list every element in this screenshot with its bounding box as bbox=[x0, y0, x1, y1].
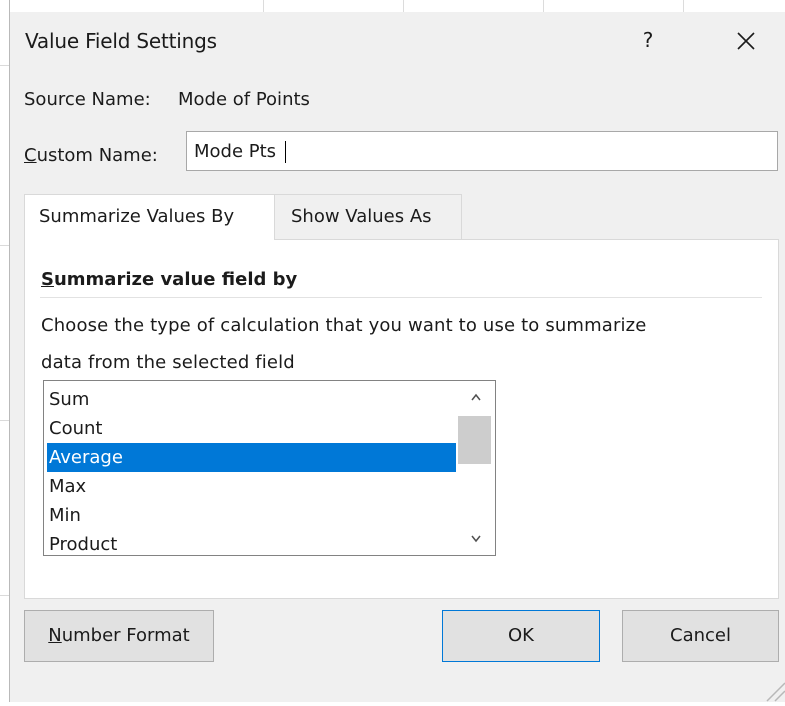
sheet-row-line bbox=[0, 595, 9, 596]
list-item-min[interactable]: Min bbox=[47, 501, 456, 530]
description-line-2: data from the selected field bbox=[41, 352, 295, 373]
list-item-sum[interactable]: Sum bbox=[47, 385, 456, 414]
sheet-row-line bbox=[0, 65, 9, 66]
scroll-thumb[interactable] bbox=[458, 416, 491, 464]
custom-name-label: Custom Name: bbox=[24, 145, 158, 166]
close-icon bbox=[737, 31, 755, 50]
list-item-max[interactable]: Max bbox=[47, 472, 456, 501]
listbox-scrollbar[interactable] bbox=[457, 381, 495, 555]
tab-show-values-as[interactable]: Show Values As bbox=[275, 194, 462, 239]
dialog-title: Value Field Settings bbox=[25, 29, 217, 53]
chevron-down-icon bbox=[471, 535, 481, 543]
custom-name-mnemonic: C bbox=[24, 145, 37, 166]
resize-grip-icon[interactable] bbox=[758, 674, 785, 702]
list-item-average[interactable]: Average bbox=[47, 443, 456, 472]
number-format-label: umber Format bbox=[61, 625, 190, 646]
number-format-button[interactable]: Number Format bbox=[24, 610, 214, 662]
text-caret bbox=[285, 141, 286, 163]
sheet-gridline bbox=[263, 0, 264, 12]
sheet-gridline bbox=[683, 0, 684, 12]
ok-button[interactable]: OK bbox=[442, 610, 600, 662]
sheet-gridline bbox=[543, 0, 544, 12]
tab-summarize-values-by[interactable]: Summarize Values By bbox=[24, 194, 275, 240]
value-field-settings-dialog: Value Field Settings ? Source Name: Mode… bbox=[10, 12, 785, 702]
scroll-down-button[interactable] bbox=[457, 526, 495, 552]
scroll-up-button[interactable] bbox=[457, 384, 495, 410]
custom-name-label-text: ustom Name: bbox=[36, 145, 158, 166]
cancel-button[interactable]: Cancel bbox=[622, 610, 779, 662]
sheet-gridline bbox=[403, 0, 404, 12]
list-item-count[interactable]: Count bbox=[47, 414, 456, 443]
number-format-mnemonic: N bbox=[48, 625, 62, 646]
section-heading-text: ummarize value field by bbox=[53, 269, 298, 290]
section-divider bbox=[40, 297, 762, 298]
source-name-value: Mode of Points bbox=[178, 89, 310, 110]
sheet-row-line bbox=[0, 420, 9, 421]
section-heading-mnemonic: S bbox=[41, 269, 54, 290]
list-item-product[interactable]: Product bbox=[47, 530, 456, 559]
help-button[interactable]: ? bbox=[633, 20, 663, 60]
section-heading: Summarize value field by bbox=[41, 269, 297, 290]
chevron-up-icon bbox=[471, 393, 481, 401]
source-name-label: Source Name: bbox=[24, 89, 151, 110]
sheet-row-line bbox=[0, 245, 9, 246]
custom-name-input[interactable] bbox=[186, 131, 778, 171]
description-line-1: Choose the type of calculation that you … bbox=[41, 315, 647, 336]
close-button[interactable] bbox=[728, 20, 764, 60]
calculation-listbox[interactable]: Sum Count Average Max Min Product bbox=[43, 380, 496, 556]
